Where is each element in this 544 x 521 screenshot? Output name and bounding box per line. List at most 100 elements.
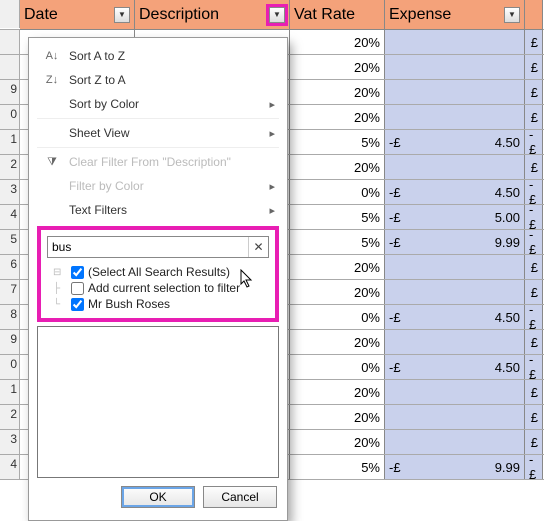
cell-extra[interactable]: -£ xyxy=(525,455,543,479)
checkbox-add-current[interactable] xyxy=(71,282,84,295)
cell-extra[interactable]: £ xyxy=(525,30,543,54)
sort-a-to-z[interactable]: A↓ Sort A to Z xyxy=(29,44,287,68)
cell-expense[interactable] xyxy=(385,330,525,354)
cell-vat[interactable]: 20% xyxy=(290,80,385,104)
cell-vat[interactable]: 20% xyxy=(290,155,385,179)
filter-dropdown-expense[interactable]: ▼ xyxy=(504,7,520,23)
row-number[interactable]: 0 xyxy=(0,105,20,129)
row-number[interactable]: 2 xyxy=(0,405,20,429)
header-expense[interactable]: Expense ▼ xyxy=(385,0,525,30)
cell-expense[interactable]: -£9.99 xyxy=(385,455,525,479)
header-description[interactable]: Description ▼ xyxy=(135,0,290,30)
text-filters[interactable]: Text Filters ▸ xyxy=(29,198,287,222)
cell-extra[interactable]: -£ xyxy=(525,205,543,229)
cell-vat[interactable]: 20% xyxy=(290,255,385,279)
cell-vat[interactable]: 20% xyxy=(290,430,385,454)
cell-extra[interactable]: £ xyxy=(525,105,543,129)
sort-by-color[interactable]: Sort by Color ▸ xyxy=(29,92,287,116)
cell-expense[interactable] xyxy=(385,105,525,129)
cell-extra[interactable]: £ xyxy=(525,55,543,79)
filter-dropdown-date[interactable]: ▼ xyxy=(114,7,130,23)
cell-vat[interactable]: 20% xyxy=(290,55,385,79)
cell-vat[interactable]: 5% xyxy=(290,455,385,479)
row-number[interactable]: 1 xyxy=(0,130,20,154)
row-number[interactable]: 3 xyxy=(0,180,20,204)
cell-vat[interactable]: 20% xyxy=(290,280,385,304)
cell-vat[interactable]: 0% xyxy=(290,305,385,329)
row-number[interactable]: 9 xyxy=(0,80,20,104)
filter-by-color: Filter by Color ▸ xyxy=(29,174,287,198)
cell-extra[interactable]: £ xyxy=(525,330,543,354)
sort-z-to-a[interactable]: Z↓ Sort Z to A xyxy=(29,68,287,92)
cell-expense[interactable]: -£4.50 xyxy=(385,180,525,204)
cell-expense[interactable] xyxy=(385,280,525,304)
cell-extra[interactable]: -£ xyxy=(525,180,543,204)
cell-expense[interactable] xyxy=(385,255,525,279)
cell-expense[interactable]: -£4.50 xyxy=(385,355,525,379)
cell-vat[interactable]: 20% xyxy=(290,330,385,354)
cell-vat[interactable]: 20% xyxy=(290,105,385,129)
cell-vat[interactable]: 5% xyxy=(290,130,385,154)
search-input[interactable] xyxy=(48,240,248,254)
row-number[interactable]: 9 xyxy=(0,330,20,354)
cell-expense[interactable] xyxy=(385,405,525,429)
cell-extra[interactable]: £ xyxy=(525,155,543,179)
cell-vat[interactable]: 0% xyxy=(290,355,385,379)
row-number[interactable]: 5 xyxy=(0,230,20,254)
ok-button[interactable]: OK xyxy=(121,486,195,508)
row-number[interactable]: 6 xyxy=(0,255,20,279)
cell-vat[interactable]: 20% xyxy=(290,405,385,429)
cell-expense[interactable] xyxy=(385,55,525,79)
row-number[interactable] xyxy=(0,30,20,54)
cell-extra[interactable]: -£ xyxy=(525,130,543,154)
row-number[interactable]: 1 xyxy=(0,380,20,404)
cell-expense[interactable] xyxy=(385,380,525,404)
row-number[interactable]: 2 xyxy=(0,155,20,179)
add-current-selection[interactable]: ├ Add current selection to filter xyxy=(53,280,269,296)
cell-vat[interactable]: 0% xyxy=(290,180,385,204)
cell-expense[interactable]: -£4.50 xyxy=(385,130,525,154)
cell-extra[interactable]: -£ xyxy=(525,355,543,379)
header-exp-label: Expense xyxy=(389,6,451,24)
row-number[interactable] xyxy=(0,55,20,79)
header-vat-label: Vat Rate xyxy=(294,6,355,24)
row-number[interactable]: 0 xyxy=(0,355,20,379)
row-number[interactable]: 4 xyxy=(0,205,20,229)
clear-search-icon[interactable]: ✕ xyxy=(248,237,268,257)
row-number[interactable]: 3 xyxy=(0,430,20,454)
cell-extra[interactable]: £ xyxy=(525,80,543,104)
cell-expense[interactable]: -£5.00 xyxy=(385,205,525,229)
cell-expense[interactable] xyxy=(385,80,525,104)
checkbox-select-all[interactable] xyxy=(71,266,84,279)
cell-expense[interactable] xyxy=(385,155,525,179)
cell-extra[interactable]: £ xyxy=(525,405,543,429)
tree-branch-icon: ⊟ xyxy=(53,267,67,278)
sheet-view[interactable]: Sheet View ▸ xyxy=(29,121,287,145)
header-vat[interactable]: Vat Rate xyxy=(290,0,385,30)
cell-vat[interactable]: 5% xyxy=(290,230,385,254)
filter-item-bush[interactable]: └ Mr Bush Roses xyxy=(53,296,269,312)
cell-extra[interactable]: -£ xyxy=(525,230,543,254)
row-number[interactable]: 8 xyxy=(0,305,20,329)
select-all-results[interactable]: ⊟ (Select All Search Results) xyxy=(53,264,269,280)
cancel-button[interactable]: Cancel xyxy=(203,486,277,508)
header-extra[interactable] xyxy=(525,0,543,30)
cell-expense[interactable] xyxy=(385,430,525,454)
cell-expense[interactable]: -£4.50 xyxy=(385,305,525,329)
cell-vat[interactable]: 20% xyxy=(290,30,385,54)
cell-extra[interactable]: £ xyxy=(525,380,543,404)
cell-extra[interactable]: £ xyxy=(525,280,543,304)
cell-expense[interactable] xyxy=(385,30,525,54)
search-box[interactable]: ✕ xyxy=(47,236,269,258)
cell-extra[interactable]: £ xyxy=(525,255,543,279)
cell-extra[interactable]: £ xyxy=(525,430,543,454)
filter-dropdown-description[interactable]: ▼ xyxy=(269,7,285,23)
cell-vat[interactable]: 5% xyxy=(290,205,385,229)
row-number[interactable]: 7 xyxy=(0,280,20,304)
cell-vat[interactable]: 20% xyxy=(290,380,385,404)
checkbox-bush[interactable] xyxy=(71,298,84,311)
header-date[interactable]: Date ▼ xyxy=(20,0,135,30)
cell-extra[interactable]: -£ xyxy=(525,305,543,329)
cell-expense[interactable]: -£9.99 xyxy=(385,230,525,254)
row-number[interactable]: 4 xyxy=(0,455,20,479)
